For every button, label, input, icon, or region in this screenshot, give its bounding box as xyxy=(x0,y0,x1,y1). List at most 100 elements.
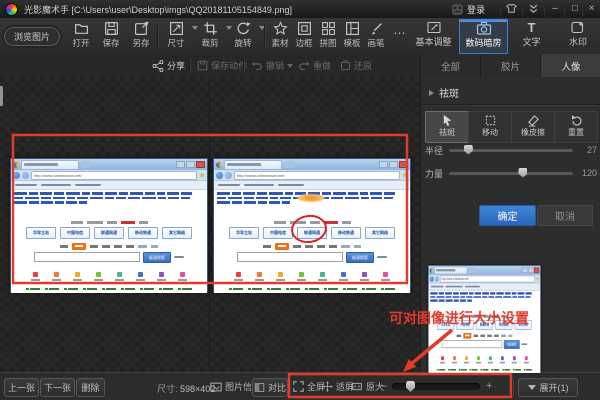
cancel-button[interactable]: 取消 xyxy=(537,205,593,226)
active-category-tab xyxy=(463,333,471,339)
strength-slider-handle[interactable] xyxy=(518,168,527,178)
image-size-label: 尺寸: 598×402 xyxy=(157,382,215,395)
fullscreen-icon xyxy=(293,381,304,392)
updates-button[interactable] xyxy=(522,0,543,17)
panel-tab-portrait[interactable]: 人像 xyxy=(540,54,600,77)
restore-button[interactable]: 还原 xyxy=(340,54,372,77)
browser-tab xyxy=(224,160,282,170)
search-button: 极速搜索 xyxy=(143,252,171,263)
section-header[interactable]: 祛斑 xyxy=(429,85,459,100)
action-bar: 分享 保存动作 撤销 重做 还原 全部 胶片 人像 xyxy=(0,54,600,78)
rotate-icon xyxy=(236,21,251,36)
download-hint-line xyxy=(429,314,541,317)
webpage-nav-links xyxy=(429,291,541,303)
mode-tab-watermark[interactable]: 水印 xyxy=(557,19,599,52)
url-text: http://www.onlinedown.net/ xyxy=(442,277,469,281)
resize-button[interactable]: 尺寸 xyxy=(162,21,190,51)
material-star-icon xyxy=(273,21,288,36)
fit-screen-button[interactable]: 适屏 xyxy=(322,380,354,393)
url-text: http://www.onlinedown.net/ xyxy=(237,173,285,178)
close-button[interactable]: × xyxy=(582,0,600,17)
zoom-out-button[interactable]: – xyxy=(381,381,387,391)
share-button[interactable]: 分享 xyxy=(152,54,185,77)
border-icon xyxy=(297,21,312,36)
minimize-button[interactable]: – xyxy=(544,0,565,17)
tool-reset[interactable]: 重置 xyxy=(554,111,598,143)
radius-slider-track[interactable] xyxy=(449,149,573,152)
webpage-nav-links xyxy=(11,190,207,206)
download-hint-line xyxy=(11,220,207,224)
save-action-button[interactable]: 保存动作 xyxy=(197,54,247,77)
category-icons-row xyxy=(429,356,541,363)
tool-spot-remove[interactable]: 祛斑 xyxy=(425,111,469,143)
browser-window-buttons xyxy=(379,161,408,168)
toolbar-separator xyxy=(264,24,265,48)
mirror-button: 华军主站 xyxy=(437,320,454,330)
category-tabs xyxy=(11,243,207,250)
fit-screen-icon xyxy=(322,381,333,392)
actionbar-separator xyxy=(189,58,190,73)
crop-icon xyxy=(203,21,218,36)
tool-eraser[interactable]: 橡皮擦 xyxy=(511,111,555,143)
titlebar[interactable]: 光影魔术手 [C:\Users\user\Desktop\imgs\QQ2018… xyxy=(0,0,600,19)
forward-icon xyxy=(225,172,232,179)
login-button[interactable]: 登录 xyxy=(452,0,485,18)
delete-image-button[interactable]: 删除 xyxy=(76,378,105,397)
favicon-icon xyxy=(216,162,222,168)
browse-images-button[interactable]: 浏览图片 xyxy=(4,27,60,46)
skin-button[interactable] xyxy=(500,0,521,17)
panel-tab-all[interactable]: 全部 xyxy=(420,54,480,77)
next-image-button[interactable]: 下一张 xyxy=(40,378,75,397)
browser-favorites-bar xyxy=(429,283,541,290)
browser-screenshot: http://www.onlinedown.net/ 华军主站 中国电信 联通网… xyxy=(213,158,411,292)
search-row: 极速搜索 xyxy=(214,252,410,263)
main-toolbar: 浏览图片 打开 保存 另存 尺寸 裁剪 旋转 xyxy=(0,18,600,55)
tool-move[interactable]: 移动 xyxy=(468,111,512,143)
window-title: 光影魔术手 [C:\Users\user\Desktop\imgs\QQ2018… xyxy=(24,3,292,16)
mode-tab-digital-darkroom[interactable]: 数码暗房 xyxy=(459,19,508,54)
basic-adjust-icon xyxy=(426,20,442,35)
save-as-button[interactable]: 另存 xyxy=(127,21,155,51)
original-size-button[interactable]: 原大 xyxy=(351,380,384,393)
zoom-slider-handle[interactable] xyxy=(406,381,415,392)
undo-button[interactable]: 撤销 xyxy=(251,54,293,77)
browser-close-icon xyxy=(196,161,205,168)
restore-icon xyxy=(340,60,351,71)
search-box xyxy=(237,252,343,262)
image-before: http://www.onlinedown.net/ 华军主站 中国电信 联通网… xyxy=(10,158,208,292)
save-button[interactable]: 保存 xyxy=(97,21,125,51)
panel-tab-film[interactable]: 胶片 xyxy=(480,54,540,77)
webpage-content: 华军主站 中国电信 联通网通 移动铁通 其它网络 极速搜索 xyxy=(429,291,541,373)
confirm-button[interactable]: 确定 xyxy=(479,205,536,226)
download-mirror-buttons: 华军主站 中国电信 联通网通 移动铁通 其它网络 xyxy=(429,320,541,330)
back-icon xyxy=(216,172,223,179)
image-info-icon xyxy=(210,381,222,393)
footer-links-row xyxy=(214,288,410,291)
mode-tab-text[interactable]: T 文字 xyxy=(508,19,555,52)
footer-links-row xyxy=(11,288,207,291)
open-button[interactable]: 打开 xyxy=(67,21,95,51)
mode-tab-basic-adjust[interactable]: 基本调整 xyxy=(410,19,457,52)
compare-button[interactable]: 对比 xyxy=(252,378,288,397)
save-as-icon xyxy=(134,21,149,36)
fullscreen-button[interactable]: 全屏 xyxy=(293,380,325,393)
browser-titlebar xyxy=(429,266,541,275)
strength-value: 120 xyxy=(579,168,597,178)
new-tab-button xyxy=(284,161,294,168)
browser-close-icon xyxy=(534,267,539,273)
category-icons-row xyxy=(214,272,410,281)
crop-button[interactable]: 裁剪 xyxy=(196,21,224,51)
redo-icon xyxy=(298,60,310,71)
reset-icon xyxy=(570,114,583,127)
prev-image-button[interactable]: 上一张 xyxy=(4,378,39,397)
webpage-content: 华军主站 中国电信 联通网通 移动铁通 其它网络 极速搜索 xyxy=(11,190,207,293)
strength-slider-track[interactable] xyxy=(449,172,573,175)
rotate-button[interactable]: 旋转 xyxy=(229,21,257,51)
search-box xyxy=(442,340,502,348)
browser-favorites-bar xyxy=(214,181,410,190)
category-tabs xyxy=(214,243,410,250)
radius-slider-handle[interactable] xyxy=(464,145,473,155)
left-edge-handle[interactable] xyxy=(0,86,3,106)
redo-button[interactable]: 重做 xyxy=(298,54,331,77)
category-tabs xyxy=(429,333,541,339)
